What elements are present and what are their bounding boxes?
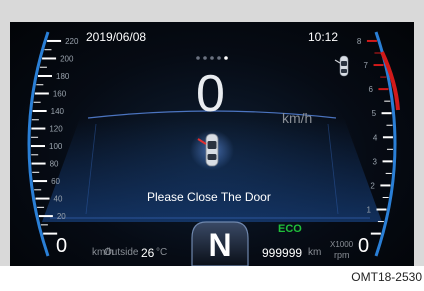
car-door-open-icon <box>190 130 234 170</box>
tachometer-tick-label: 2 <box>370 181 375 190</box>
tachometer-tick-label: 5 <box>372 109 377 118</box>
page-dot <box>224 56 228 60</box>
speedometer-tick-label: 160 <box>53 89 67 98</box>
speed-unit: km/h <box>282 110 313 126</box>
date: 2019/06/08 <box>86 30 147 44</box>
page-dot <box>196 56 200 60</box>
speedometer-tick-label: 20 <box>57 212 66 221</box>
car-top-icon <box>334 55 349 77</box>
page-dot <box>203 56 207 60</box>
tachometer-unit-multiplier: X1000 <box>330 240 354 249</box>
tachometer-tick-label: 7 <box>364 61 369 70</box>
speedometer-tick-label: 180 <box>56 72 70 81</box>
speedometer-tick-label: 120 <box>49 125 63 134</box>
tachometer-tick-label: 3 <box>373 157 378 166</box>
speedometer-zero: 0 <box>56 235 68 257</box>
speedometer-tick-label: 200 <box>60 54 74 63</box>
door-warning-message: Please Close The Door <box>147 190 271 204</box>
speedometer-tick-label: 100 <box>49 142 63 151</box>
tachometer-tick-label: 8 <box>357 37 362 46</box>
odometer: 999999 <box>262 246 303 260</box>
tachometer-zero: 0 <box>358 235 370 257</box>
speedometer-tick-label: 60 <box>51 177 60 186</box>
odometer-unit: km <box>308 247 322 258</box>
tachometer-tick-label: 1 <box>366 206 371 215</box>
speedometer-tick-label: 40 <box>54 195 63 204</box>
tachometer-unit: rpm <box>334 250 350 260</box>
speedometer-arc <box>27 31 50 257</box>
outside-temp-label: Outside <box>104 247 139 258</box>
page-dot <box>217 56 221 60</box>
page-dot <box>210 56 214 60</box>
tachometer-tick-label: 4 <box>373 133 378 142</box>
speedometer-tick-label: 140 <box>51 107 65 116</box>
figure-code: OMT18-2530 <box>351 270 422 284</box>
gear-indicator: N <box>208 227 232 263</box>
instrument-cluster: 220 200 180 160 140 120 100 80 60 40 20 8 7 6 5 4 3 2 1 <box>0 0 424 266</box>
page-indicator-dots <box>196 56 228 60</box>
clock: 10:12 <box>308 30 339 44</box>
outside-temperature: 26 <box>141 246 155 260</box>
cluster-display: 220 200 180 160 140 120 100 80 60 40 20 8 7 6 5 4 3 2 1 <box>10 22 414 266</box>
temperature-unit: °C <box>156 247 168 258</box>
speed-readout: 0 <box>196 65 225 123</box>
tachometer-tick-label: 6 <box>368 85 373 94</box>
figure: 220 200 180 160 140 120 100 80 60 40 20 8 7 6 5 4 3 2 1 <box>0 0 424 291</box>
speedometer-tick-label: 80 <box>50 160 59 169</box>
speedometer-tick-label: 220 <box>65 37 79 46</box>
eco-mode-indicator: ECO <box>278 223 302 235</box>
